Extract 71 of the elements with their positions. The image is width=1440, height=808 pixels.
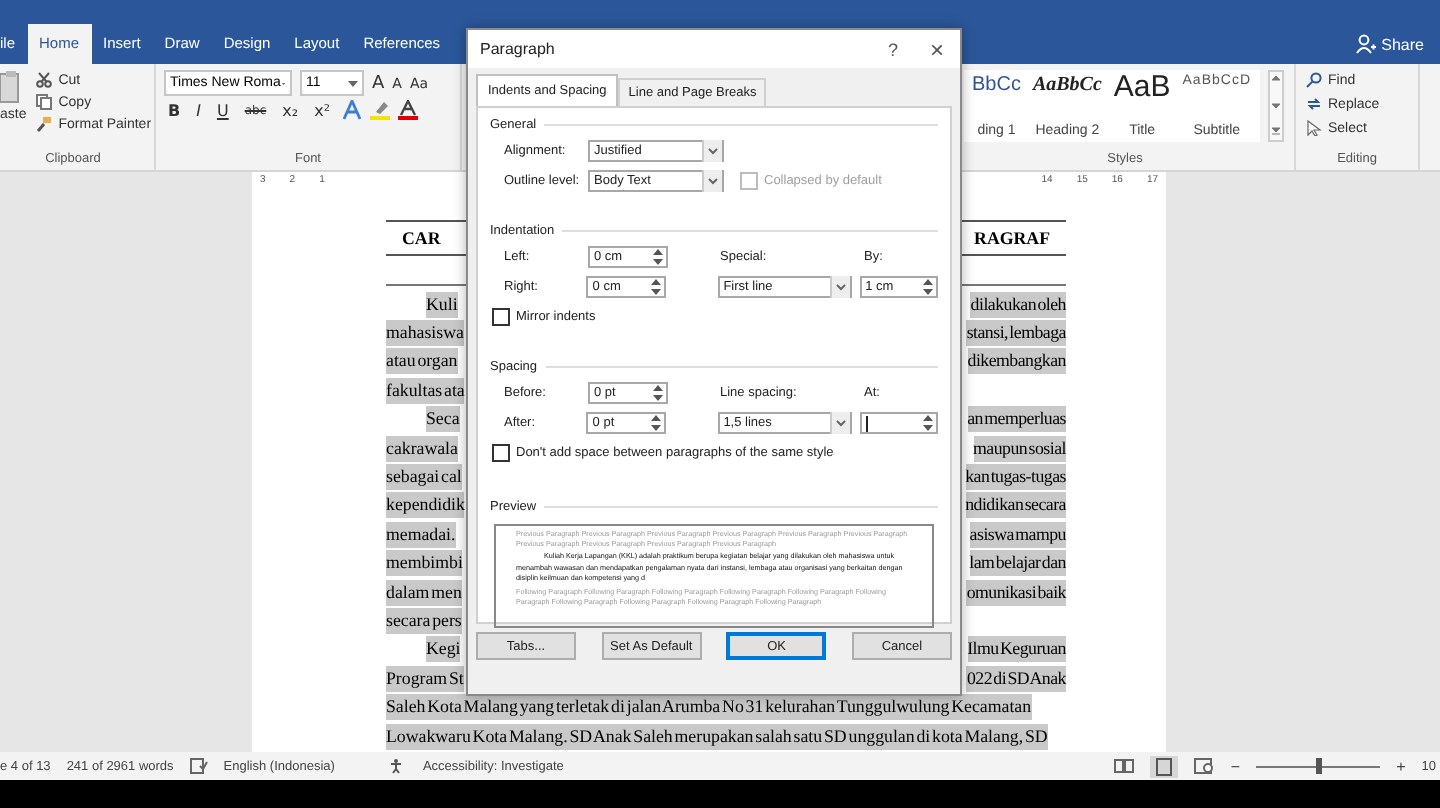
share-button[interactable]: Share <box>1351 32 1428 56</box>
body-text: membimbi <box>386 550 463 577</box>
body-text: kan tugas-tugas <box>965 464 1066 491</box>
proofing-icon[interactable] <box>189 758 208 774</box>
body-text: an memperluas <box>967 406 1066 433</box>
spinner-icon <box>920 412 936 434</box>
body-text: Saleh Kota Malang yang terletak di jalan Arumba No 31 kelurahan Tunggulwulung Kecamatan <box>386 694 1032 721</box>
body-text: Program St <box>386 665 464 692</box>
highlighter-icon <box>370 100 391 120</box>
format-button[interactable]: I <box>192 101 205 119</box>
body-text: 022 di SD Anak <box>966 665 1066 692</box>
person-icon <box>1355 34 1376 54</box>
format-button[interactable]: U <box>212 101 233 119</box>
body-text: sebagai cal <box>386 464 462 491</box>
scissors-icon <box>36 72 53 88</box>
body-text: maupun sosial <box>973 435 1066 462</box>
body-text: secara pers <box>386 607 462 634</box>
zoom-in-button[interactable]: + <box>1396 757 1406 775</box>
heading-text: CAR <box>402 228 441 248</box>
read-mode-icon[interactable] <box>1114 758 1135 774</box>
body-text: Lowakwaru Kota Malang. SD Anak Saleh merupakan salah satu SD unggulan di kota Malang, SD <box>386 723 1048 750</box>
format-button[interactable]: x₂ <box>278 101 303 119</box>
body-text: kependidik <box>386 492 465 519</box>
body-text: ndidikan secara <box>965 492 1066 519</box>
body-text: dikembangkan <box>967 348 1066 375</box>
body-text: dilakukan oleh <box>970 291 1066 318</box>
body-text: stansi, lembaga <box>966 320 1066 347</box>
help-button[interactable]: ? <box>883 39 902 59</box>
body-text: Seca <box>426 406 460 433</box>
line-spacing-at-field[interactable] <box>859 412 938 434</box>
body-text: asiswa mampu <box>969 521 1066 548</box>
zoom-slider-thumb[interactable] <box>1315 758 1322 774</box>
format-button[interactable]: B <box>164 101 185 119</box>
body-text: lam belajar dan <box>969 550 1066 577</box>
body-text: cakrawala <box>386 435 458 462</box>
chevron-icon <box>702 140 722 162</box>
body-text: atau organ <box>386 348 458 375</box>
spinner-icon <box>647 276 664 298</box>
body-text: fakultas ata <box>386 377 465 404</box>
close-button[interactable]: × <box>925 35 948 63</box>
spinner-icon <box>650 382 666 404</box>
spinner-icon <box>647 412 664 434</box>
gallery-scroll-icon[interactable] <box>1267 70 1283 142</box>
body-text: memadai. <box>386 521 456 548</box>
print-layout-icon[interactable] <box>1150 755 1179 777</box>
chevron-icon <box>829 276 850 298</box>
brush-icon <box>36 116 53 132</box>
text-effects-icon <box>342 100 363 120</box>
chevron-icon <box>829 412 850 434</box>
heading-text: RAGRAF <box>974 228 1050 248</box>
format-button[interactable]: x² <box>310 101 335 119</box>
copy-icon <box>36 94 53 110</box>
search-icon <box>1306 72 1322 88</box>
body-text: Kegi <box>426 636 461 663</box>
body-text: Kuli <box>426 291 458 318</box>
replace-icon <box>1306 96 1322 112</box>
dialog-title: Paragraph <box>480 40 555 58</box>
font-tool-button[interactable]: A <box>372 73 385 93</box>
chevron-icon <box>702 170 722 192</box>
body-text: omunikasi baik <box>966 579 1066 606</box>
body-text: Ilmu Keguruan <box>967 636 1066 663</box>
spinner-icon <box>650 246 666 268</box>
dropdown-icon <box>348 79 358 87</box>
cursor-icon <box>1306 120 1322 136</box>
accessibility-icon[interactable] <box>390 758 407 774</box>
spinner-icon <box>920 276 936 298</box>
zoom-out-button[interactable]: − <box>1230 757 1241 775</box>
font-color-icon <box>398 100 419 120</box>
web-layout-icon[interactable] <box>1194 758 1215 774</box>
body-text: dalam men <box>386 579 462 606</box>
body-text: mahasiswa <box>386 320 464 347</box>
